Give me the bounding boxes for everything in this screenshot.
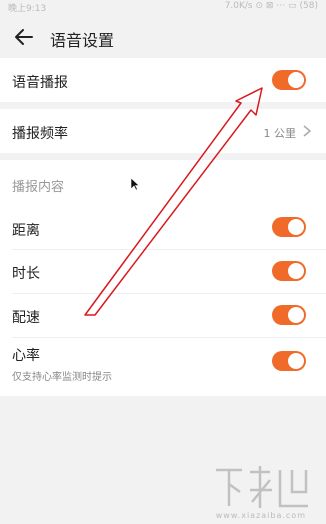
toggle-knob [288,353,304,369]
distance-toggle[interactable] [272,217,306,237]
header: 语音设置 [0,14,326,58]
heart-rate-label: 心率 [12,348,40,364]
divider [12,293,326,294]
toggle-knob [288,263,304,279]
voice-broadcast-row[interactable]: 语音播报 [0,58,326,102]
duration-toggle[interactable] [272,261,306,281]
voice-broadcast-toggle[interactable] [272,70,306,90]
pace-label: 配速 [12,310,40,326]
status-time: 晚上9:13 [8,4,47,14]
watermark-logo [216,466,308,508]
back-arrow-icon[interactable] [12,26,34,48]
toggle-knob [288,307,304,323]
heart-rate-toggle[interactable] [272,351,306,371]
frequency-label: 播报频率 [12,126,68,142]
divider [12,337,326,338]
content-section: 播报内容 距离 时长 配速 心率 仅支持心率监测时提示 [0,160,326,396]
toggle-knob [288,72,304,88]
voice-broadcast-label: 语音播报 [12,75,68,91]
frequency-value: 1 公里 [263,127,297,140]
pace-toggle[interactable] [272,305,306,325]
divider [12,249,326,250]
frequency-row[interactable]: 播报频率 1 公里 [0,109,326,153]
page-title: 语音设置 [50,31,115,50]
heart-rate-subtitle: 仅支持心率监测时提示 [12,372,112,383]
status-icons: 7.0K/s ⊙ ⊠ ⋯ ▭ (58) [224,1,318,11]
mouse-cursor-icon [130,177,140,191]
toggle-knob [288,219,304,235]
distance-label: 距离 [12,223,40,239]
content-section-title: 播报内容 [12,180,65,195]
watermark-url: www.xiazaiba.com [215,511,306,520]
chevron-right-icon [303,125,312,137]
status-bar: 晚上9:13 7.0K/s ⊙ ⊠ ⋯ ▭ (58) [0,0,326,14]
duration-label: 时长 [12,266,40,282]
